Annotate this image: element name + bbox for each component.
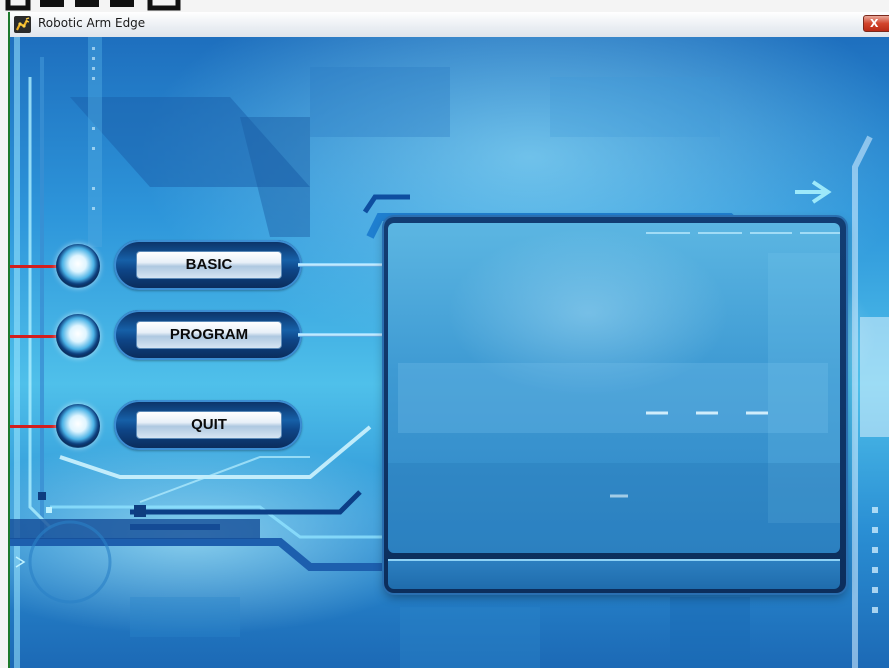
program-button[interactable]: PROGRAM bbox=[136, 321, 282, 349]
app-window: Robotic Arm Edge X BASIC PROGRAM QUIT bbox=[8, 12, 889, 668]
screen-decoration bbox=[388, 232, 840, 553]
window-title: Robotic Arm Edge bbox=[38, 16, 146, 30]
connector-line bbox=[298, 333, 388, 337]
menu-row-quit: QUIT bbox=[10, 400, 310, 460]
title-bar[interactable]: Robotic Arm Edge X bbox=[10, 12, 889, 38]
close-button[interactable]: X bbox=[863, 15, 889, 32]
display-panel-footer bbox=[388, 559, 840, 589]
display-screen bbox=[388, 223, 840, 553]
menu-row-program: PROGRAM bbox=[10, 310, 388, 370]
connector-line bbox=[298, 263, 388, 267]
menu-row-basic: BASIC bbox=[10, 240, 388, 300]
indicator-light-icon bbox=[56, 314, 100, 358]
close-icon: X bbox=[870, 17, 879, 30]
indicator-light-icon bbox=[56, 244, 100, 288]
quit-button[interactable]: QUIT bbox=[136, 411, 282, 439]
main-canvas: BASIC PROGRAM QUIT bbox=[10, 37, 889, 668]
top-bracket-decoration bbox=[5, 0, 181, 11]
robot-arm-icon bbox=[14, 16, 31, 33]
indicator-light-icon bbox=[56, 404, 100, 448]
basic-button[interactable]: BASIC bbox=[136, 251, 282, 279]
